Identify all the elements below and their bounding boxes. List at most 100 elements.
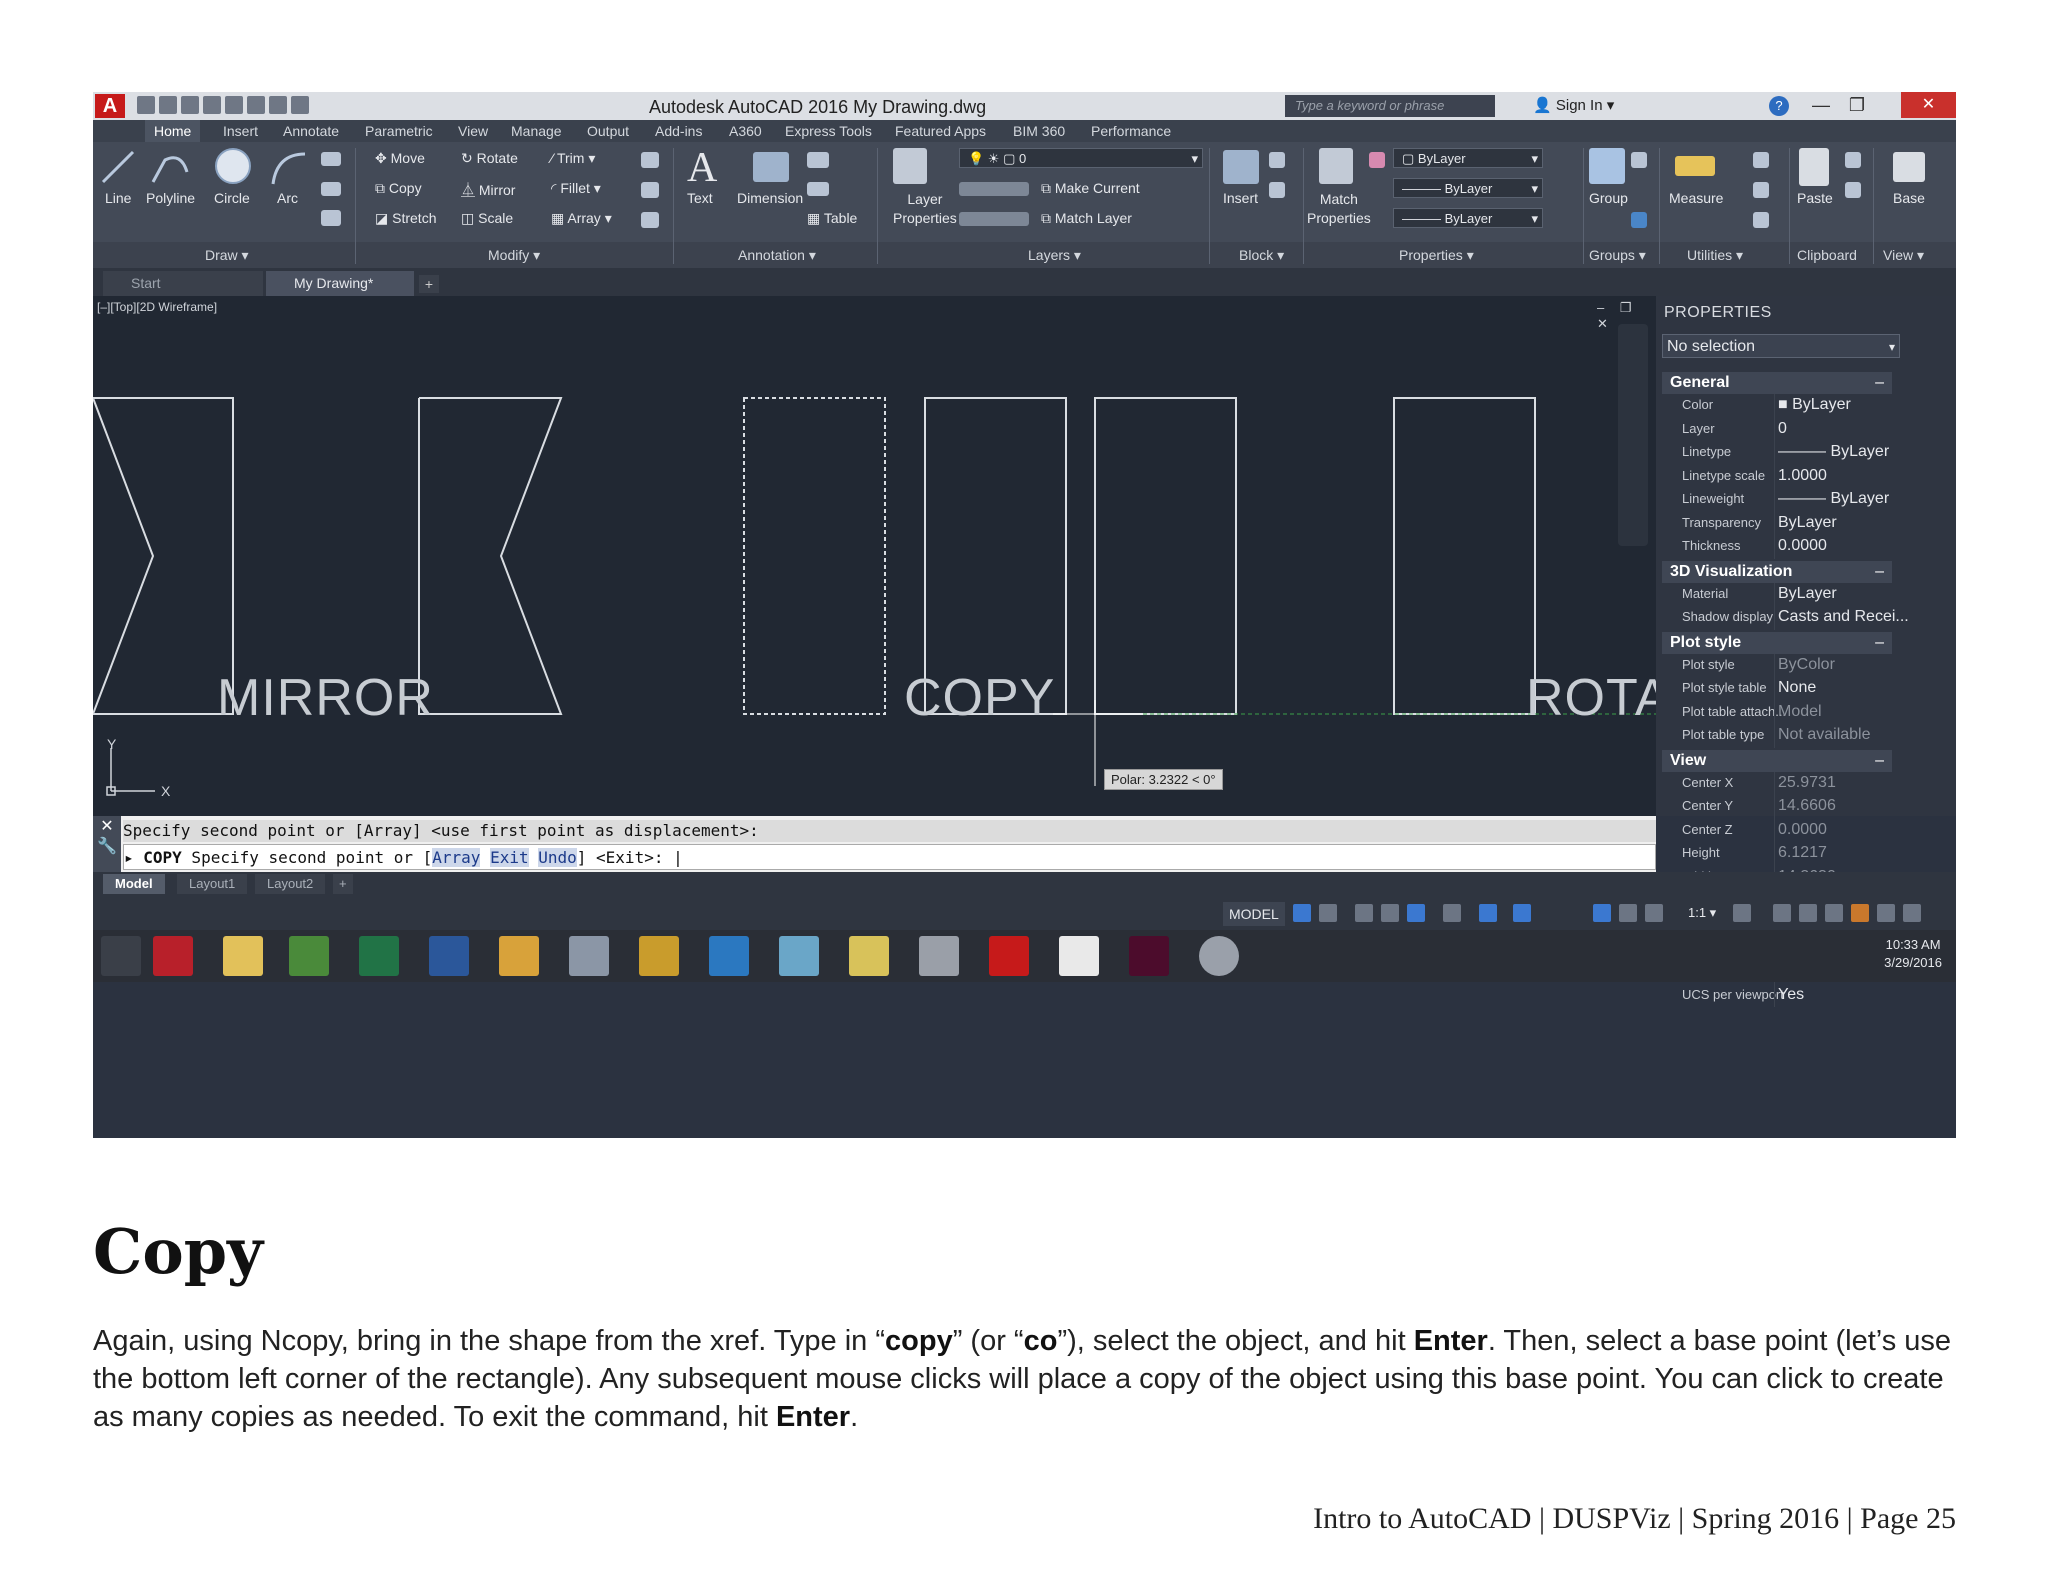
property-row[interactable]: Center X 25.9731 [1662,771,1892,796]
annotation-visibility-icon[interactable] [1593,904,1611,922]
panel-view-title[interactable]: View ▾ [1883,247,1924,264]
magnifier-app-icon[interactable] [709,936,749,976]
panel-clipboard-title[interactable]: Clipboard [1797,247,1857,263]
tab-my-drawing[interactable]: My Drawing* [266,271,414,296]
erase-icon[interactable] [641,152,659,168]
property-row[interactable]: Plot table attach... Model [1662,700,1892,725]
property-row[interactable]: Layer 0 [1662,417,1892,442]
property-row[interactable]: Plot style ByColor [1662,653,1892,678]
hatch-icon[interactable] [321,182,341,196]
point-icon[interactable] [1753,182,1769,198]
text-button[interactable]: Text [687,190,713,206]
copy-clip-icon[interactable] [1845,182,1861,198]
auto-scale-icon[interactable] [1619,904,1637,922]
excel-icon[interactable] [359,936,399,976]
isodraft-icon[interactable] [1443,904,1461,922]
linetype-dropdown[interactable]: ——— ByLayer ▾ [1393,178,1543,198]
property-row[interactable]: Color ■ ByLayer [1662,394,1892,418]
option-exit[interactable]: Exit [490,848,529,867]
color-dropdown[interactable]: ▢ ByLayer ▾ [1393,148,1543,168]
chrome-icon[interactable] [289,936,329,976]
circle-icon[interactable] [213,146,253,186]
undo-icon[interactable] [247,96,265,114]
trim-button[interactable]: ⁄ Trim ▾ [551,150,595,167]
property-row[interactable]: Transparency ByLayer [1662,511,1892,536]
calculator-app-icon[interactable] [569,936,609,976]
create-block-icon[interactable] [1269,152,1285,168]
tab-add-ins[interactable]: Add-ins [655,123,702,139]
app-globe-icon[interactable] [1199,936,1239,976]
hardware-acceleration-icon[interactable] [1851,904,1869,922]
base-icon[interactable] [1893,152,1925,182]
workspace-icon[interactable] [1733,904,1751,922]
match-properties-icon[interactable] [1319,148,1353,184]
property-row[interactable]: Linetype scale 1.0000 [1662,464,1892,489]
paste-button[interactable]: Paste [1797,190,1833,206]
tab-layout2[interactable]: Layout2 [255,874,326,894]
tab-layout1[interactable]: Layout1 [177,874,248,894]
app-folder-icon[interactable] [849,936,889,976]
panel-utilities-title[interactable]: Utilities ▾ [1687,247,1743,264]
tab-model[interactable]: Model [103,874,165,894]
new-layout-button[interactable]: + [333,874,353,894]
tab-home[interactable]: Home [145,120,201,142]
drawing-viewport[interactable]: [–][Top][2D Wireframe] – ❐ ✕ Y X MIRROR … [93,296,1670,816]
object-snap-tracking-icon[interactable] [1479,904,1497,922]
paste-icon[interactable] [1799,148,1829,186]
isolate-objects-icon[interactable] [1825,904,1843,922]
properties-section-header[interactable]: View – [1662,749,1892,772]
offset-icon[interactable] [641,212,659,228]
property-row[interactable]: Material ByLayer [1662,582,1892,607]
tab-start[interactable]: Start [103,271,263,296]
panel-annotation-title[interactable]: Annotation ▾ [738,247,816,264]
properties-section-header[interactable]: General – [1662,372,1892,394]
tab-express-tools[interactable]: Express Tools [785,123,872,139]
edit-block-icon[interactable] [1269,182,1285,198]
acrobat-icon[interactable] [1059,936,1099,976]
tab-view[interactable]: View [458,123,488,139]
annotation-scale-value[interactable]: 1:1 ▾ [1688,905,1716,921]
scale-button[interactable]: ◫ Scale [461,210,513,227]
panel-modify-title[interactable]: Modify ▾ [488,247,540,264]
tab-annotate[interactable]: Annotate [283,123,339,139]
make-current-button[interactable]: ⧉ Make Current [1041,180,1140,197]
rectangle-icon[interactable] [321,152,341,166]
panel-block-title[interactable]: Block ▾ [1239,247,1284,264]
save-icon[interactable] [181,96,199,114]
customization-icon[interactable] [1903,904,1921,922]
table-button[interactable]: ▦ Table [807,210,857,227]
ortho-icon[interactable] [1381,904,1399,922]
base-button[interactable]: Base [1893,190,1925,206]
multileader-icon[interactable] [807,182,829,196]
property-row[interactable]: Shadow display Casts and Recei... [1662,606,1909,630]
match-properties-button[interactable]: Match Properties [1307,190,1371,228]
match-layer-button[interactable]: ⧉ Match Layer [1041,210,1132,227]
circle-button[interactable]: Circle [214,190,250,206]
tab-bim-360[interactable]: BIM 360 [1013,123,1065,139]
command-line-close-icon[interactable]: ✕ 🔧 [93,816,121,872]
property-row[interactable]: Plot style table None [1662,677,1892,701]
collapse-icon[interactable]: – [1875,632,1884,654]
grid-icon[interactable] [1293,904,1311,922]
group-icon[interactable] [1589,148,1625,184]
array-button[interactable]: ▦ Array ▾ [551,210,612,227]
color-wheel-icon[interactable] [1369,152,1385,168]
autocad-taskbar-icon[interactable] [989,936,1029,976]
snap-icon[interactable] [1319,904,1337,922]
property-row[interactable]: Height 6.1217 [1662,842,1892,866]
search-input[interactable]: Type a keyword or phrase [1285,95,1495,117]
property-row[interactable]: Thickness 0.0000 [1662,535,1892,559]
minimize-button[interactable]: — [1803,92,1839,118]
indesign-icon[interactable] [1129,936,1169,976]
property-row[interactable]: Center Y 14.6606 [1662,795,1892,819]
boundary-icon[interactable] [321,210,341,226]
word-icon[interactable] [429,936,469,976]
autocad-logo-icon[interactable]: A [95,94,125,118]
polar-icon[interactable] [1407,904,1425,922]
property-row[interactable]: Center Z 0.0000 [1662,818,1892,843]
lineweight-dropdown[interactable]: ——— ByLayer ▾ [1393,208,1543,228]
insert-button[interactable]: Insert [1223,190,1258,206]
units-icon[interactable] [1799,904,1817,922]
collapse-icon[interactable]: – [1875,750,1884,772]
model-space-button[interactable]: MODEL [1223,902,1285,926]
